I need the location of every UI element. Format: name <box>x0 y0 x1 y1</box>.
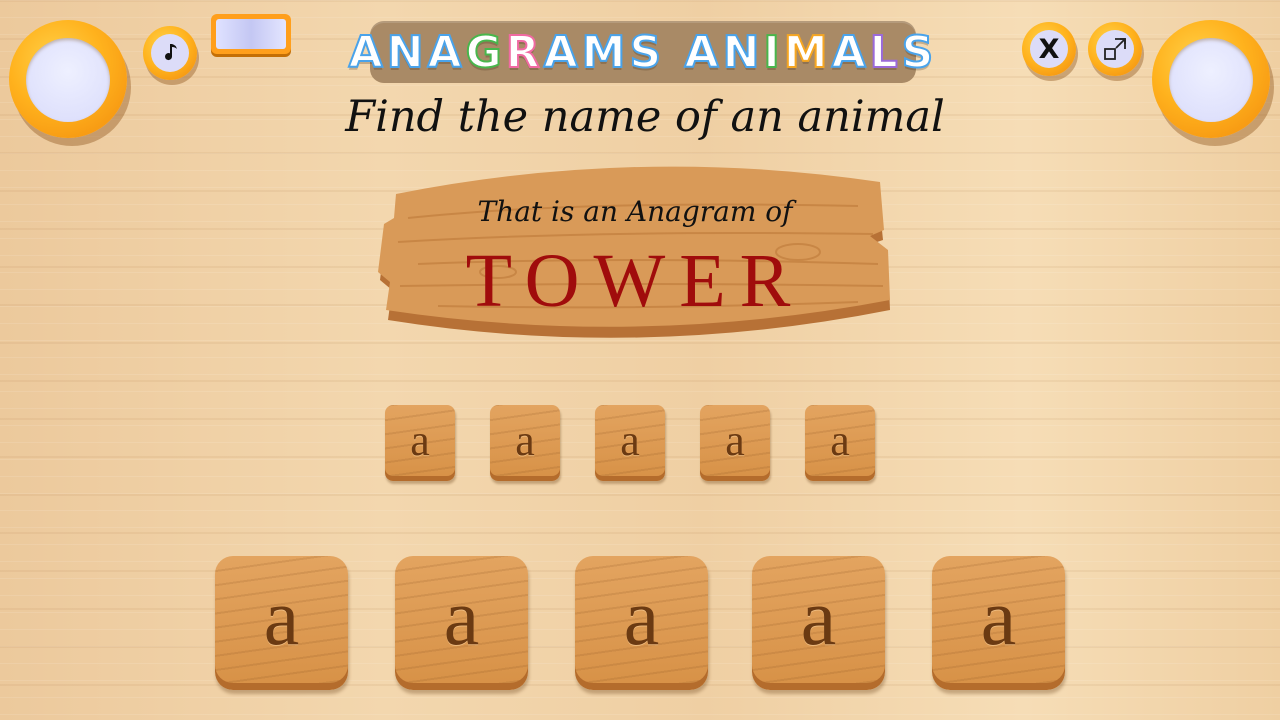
letter-tile[interactable]: a <box>575 556 708 690</box>
title-letter: L <box>869 26 902 79</box>
tv-icon[interactable] <box>211 14 291 54</box>
answer-slot[interactable]: a <box>595 405 665 481</box>
title-letter: A <box>543 26 582 79</box>
answer-slot[interactable]: a <box>490 405 560 481</box>
title-letter <box>665 27 684 78</box>
fullscreen-button[interactable] <box>1088 22 1142 76</box>
music-note-icon <box>151 34 189 72</box>
title-banner: ANAGRAMS ANIMALS <box>348 21 934 83</box>
close-icon: X <box>1030 30 1068 68</box>
title-letter: A <box>683 26 723 79</box>
answer-slot-letter: a <box>515 415 535 465</box>
fullscreen-icon <box>1096 30 1134 68</box>
title-letter: S <box>901 26 938 79</box>
letter-tile-letter: a <box>980 573 1017 662</box>
answer-slot[interactable]: a <box>385 405 455 481</box>
letter-tile-letter: a <box>263 573 300 662</box>
letter-tile[interactable]: a <box>752 556 885 690</box>
answer-slot-letter: a <box>410 415 430 465</box>
answer-slot-letter: a <box>830 415 850 465</box>
answer-slot[interactable]: a <box>805 405 875 481</box>
music-button[interactable] <box>143 26 197 80</box>
close-label: X <box>1038 33 1060 65</box>
title-letter: N <box>386 26 428 79</box>
sign-label: That is an Anagram of <box>477 195 793 228</box>
title-letter: A <box>831 26 870 79</box>
title-letter: S <box>628 26 666 79</box>
letter-tile-letter: a <box>623 573 660 662</box>
letter-tile-letter: a <box>443 573 480 662</box>
title-letter: R <box>505 26 544 79</box>
title-letter: N <box>722 26 764 79</box>
title-letter: M <box>783 26 832 79</box>
answer-slot[interactable]: a <box>700 405 770 481</box>
title-letter: A <box>427 26 466 79</box>
letter-tile[interactable]: a <box>215 556 348 690</box>
title-letter: I <box>762 26 784 79</box>
title-letter: G <box>465 26 506 79</box>
answer-slot-letter: a <box>725 415 745 465</box>
anagram-word: TOWER <box>465 239 805 323</box>
tv-screen <box>216 19 286 49</box>
instruction-text: Find the name of an animal <box>345 92 945 142</box>
letter-tile-letter: a <box>800 573 837 662</box>
answer-slot-letter: a <box>620 415 640 465</box>
letter-tile[interactable]: a <box>395 556 528 690</box>
close-button[interactable]: X <box>1022 22 1076 76</box>
title-letter: A <box>348 26 387 79</box>
title-letter: M <box>581 26 630 79</box>
anagram-sign: That is an Anagram of TOWER <box>378 160 892 350</box>
letter-tile[interactable]: a <box>932 556 1065 690</box>
game-title: ANAGRAMS ANIMALS <box>348 26 938 79</box>
